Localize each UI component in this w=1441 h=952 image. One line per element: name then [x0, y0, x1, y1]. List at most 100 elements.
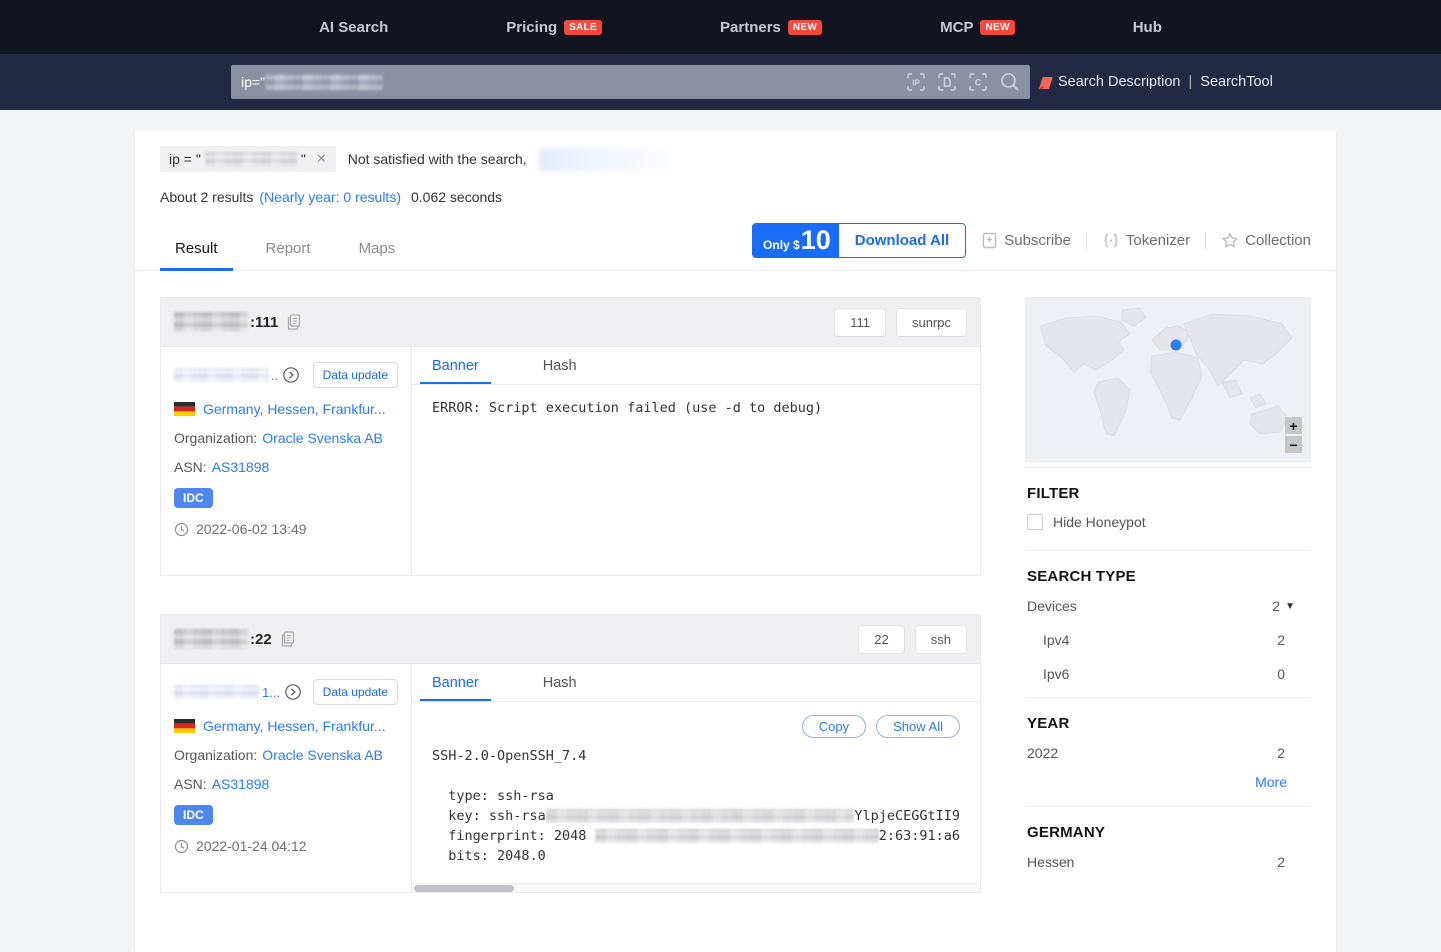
tab-banner[interactable]: Banner — [420, 347, 491, 384]
facet-count: 0 — [1277, 666, 1309, 682]
code-crop-icon[interactable]: C — [967, 71, 989, 93]
results-summary: About 2 results (Nearly year: 0 results)… — [160, 189, 1311, 205]
show-all-button[interactable]: Show All — [876, 715, 960, 738]
search-tools: Search Description | SearchTool — [1038, 54, 1273, 110]
banner-content: Copy Show All SSH-2.0-OpenSSH_7.4 type: … — [412, 702, 980, 883]
organization-link[interactable]: Oracle Svenska AB — [262, 747, 383, 763]
ip-crop-icon[interactable]: IP — [905, 71, 927, 93]
facet-year-2022[interactable]: 2022 2 — [1027, 736, 1309, 770]
hostname-row: .. Data update — [174, 362, 398, 388]
tab-banner[interactable]: Banner — [420, 664, 491, 701]
facet-hessen[interactable]: Hessen 2 — [1027, 845, 1309, 879]
card-title: :111 — [174, 312, 301, 332]
nav-item-hub[interactable]: Hub — [1133, 19, 1162, 36]
more-link[interactable]: More — [1255, 774, 1287, 790]
chevron-down-icon[interactable]: ▼ — [1285, 601, 1295, 612]
subscribe-button[interactable]: Subscribe — [981, 232, 1071, 249]
data-update-button[interactable]: Data update — [313, 362, 398, 388]
copy-button[interactable]: Copy — [802, 715, 866, 738]
search-input-icons: IP C — [905, 70, 1022, 94]
search-bar: ip=" IP C Search Description | SearchToo… — [0, 54, 1441, 110]
facet-count: 2 — [1277, 854, 1309, 870]
tab-maps[interactable]: Maps — [344, 240, 411, 270]
tokenizer-braces-icon — [1102, 232, 1120, 249]
redacted-feedback-link[interactable] — [539, 148, 669, 171]
search-description-link[interactable]: Search Description — [1058, 74, 1181, 90]
nearly-year-link[interactable]: (Nearly year: 0 results) — [259, 189, 401, 205]
chip-suffix: " — [301, 151, 306, 167]
year-more-row: More — [1027, 770, 1309, 800]
card-body: .. Data update Germany, Hessen, Frankfur… — [161, 347, 980, 575]
redacted-ip — [174, 312, 248, 332]
chip-prefix: ip = " — [169, 151, 201, 167]
divider — [1086, 232, 1087, 249]
file-crop-icon[interactable] — [936, 71, 958, 93]
chip-close-icon[interactable]: ✕ — [316, 151, 327, 167]
hide-honeypot-row: Hide Honeypot — [1027, 506, 1309, 544]
nav-item-pricing[interactable]: PricingSALE — [506, 19, 602, 36]
copy-icon[interactable] — [281, 631, 295, 647]
tokenizer-button[interactable]: Tokenizer — [1102, 232, 1190, 249]
location-link[interactable]: Germany, Hessen, Frankfur... — [203, 401, 386, 417]
search-query-prefix: ip=" — [241, 74, 265, 90]
banner-line: bits: 2048.0 — [432, 846, 960, 866]
facet-devices[interactable]: Devices 2 ▼ — [1027, 589, 1309, 623]
nav-item-ai-search[interactable]: AI Search — [319, 19, 388, 36]
banner-panel: Banner Hash ERROR: Script execution fail… — [412, 347, 980, 575]
not-satisfied-text: Not satisfied with the search, — [348, 151, 527, 167]
zoom-in-button[interactable]: + — [1285, 417, 1302, 434]
card-badges: 111 sunrpc — [834, 308, 967, 337]
search-input[interactable]: ip=" IP C — [231, 65, 1030, 99]
banner-line: SSH-2.0-OpenSSH_7.4 — [432, 746, 960, 766]
new-badge: NEW — [788, 20, 822, 35]
service-badge[interactable]: ssh — [915, 625, 967, 654]
timestamp-row: 2022-01-24 04:12 — [174, 838, 398, 854]
tab-result[interactable]: Result — [160, 240, 233, 270]
search-time: 0.062 seconds — [411, 189, 502, 205]
copy-icon[interactable] — [287, 314, 301, 330]
germany-flag-icon — [174, 402, 195, 416]
world-map[interactable]: + − — [1025, 297, 1311, 462]
facet-ipv6[interactable]: Ipv6 0 — [1027, 657, 1309, 691]
organization-link[interactable]: Oracle Svenska AB — [262, 430, 383, 446]
idc-tag[interactable]: IDC — [174, 805, 213, 825]
port-badge[interactable]: 22 — [858, 625, 904, 654]
tag-row: IDC — [174, 805, 398, 825]
tab-hash[interactable]: Hash — [531, 347, 589, 384]
download-all-label: Download All — [839, 224, 965, 257]
data-update-button[interactable]: Data update — [313, 679, 398, 705]
filters-sidebar: + − FILTER Hide Honeypot SEARCH TYPE Dev… — [1025, 297, 1311, 885]
tab-hash[interactable]: Hash — [531, 664, 589, 701]
banner-actions: Copy Show All — [432, 715, 960, 738]
service-badge[interactable]: sunrpc — [896, 308, 967, 337]
zoom-out-button[interactable]: − — [1285, 436, 1302, 453]
card-header: :22 22 ssh — [161, 615, 980, 664]
banner-blank-line — [432, 766, 960, 786]
facet-label: Ipv6 — [1043, 666, 1069, 682]
asn-link[interactable]: AS31898 — [212, 459, 270, 475]
collection-button[interactable]: Collection — [1221, 232, 1311, 249]
redacted-hostname — [174, 685, 260, 699]
expand-arrow-icon[interactable] — [282, 366, 300, 384]
expand-arrow-icon[interactable] — [284, 683, 302, 701]
download-all-button[interactable]: Only $ 10 Download All — [752, 223, 966, 258]
nav-item-partners[interactable]: PartnersNEW — [720, 19, 822, 36]
nav-item-mcp[interactable]: MCPNEW — [940, 19, 1015, 36]
card-badges: 22 ssh — [858, 625, 967, 654]
facet-ipv4[interactable]: Ipv4 2 — [1027, 623, 1309, 657]
idc-tag[interactable]: IDC — [174, 488, 213, 508]
search-icon[interactable] — [998, 70, 1022, 94]
honeypot-checkbox[interactable] — [1027, 514, 1043, 530]
facet-label: Ipv4 — [1043, 632, 1069, 648]
key-prefix: key: ssh-rsa — [432, 808, 546, 824]
search-tool-link[interactable]: SearchTool — [1200, 74, 1273, 90]
scrollbar-thumb[interactable] — [414, 885, 514, 892]
redacted-ip — [174, 629, 248, 649]
port-badge[interactable]: 111 — [834, 308, 886, 337]
toolbar-right: Only $ 10 Download All Subscribe Tokeniz… — [752, 223, 1311, 258]
nav-label: MCP — [940, 19, 973, 36]
asn-link[interactable]: AS31898 — [212, 776, 270, 792]
tab-report[interactable]: Report — [251, 240, 326, 270]
location-link[interactable]: Germany, Hessen, Frankfur... — [203, 718, 386, 734]
fingerprint-prefix: fingerprint: 2048 — [432, 828, 595, 844]
